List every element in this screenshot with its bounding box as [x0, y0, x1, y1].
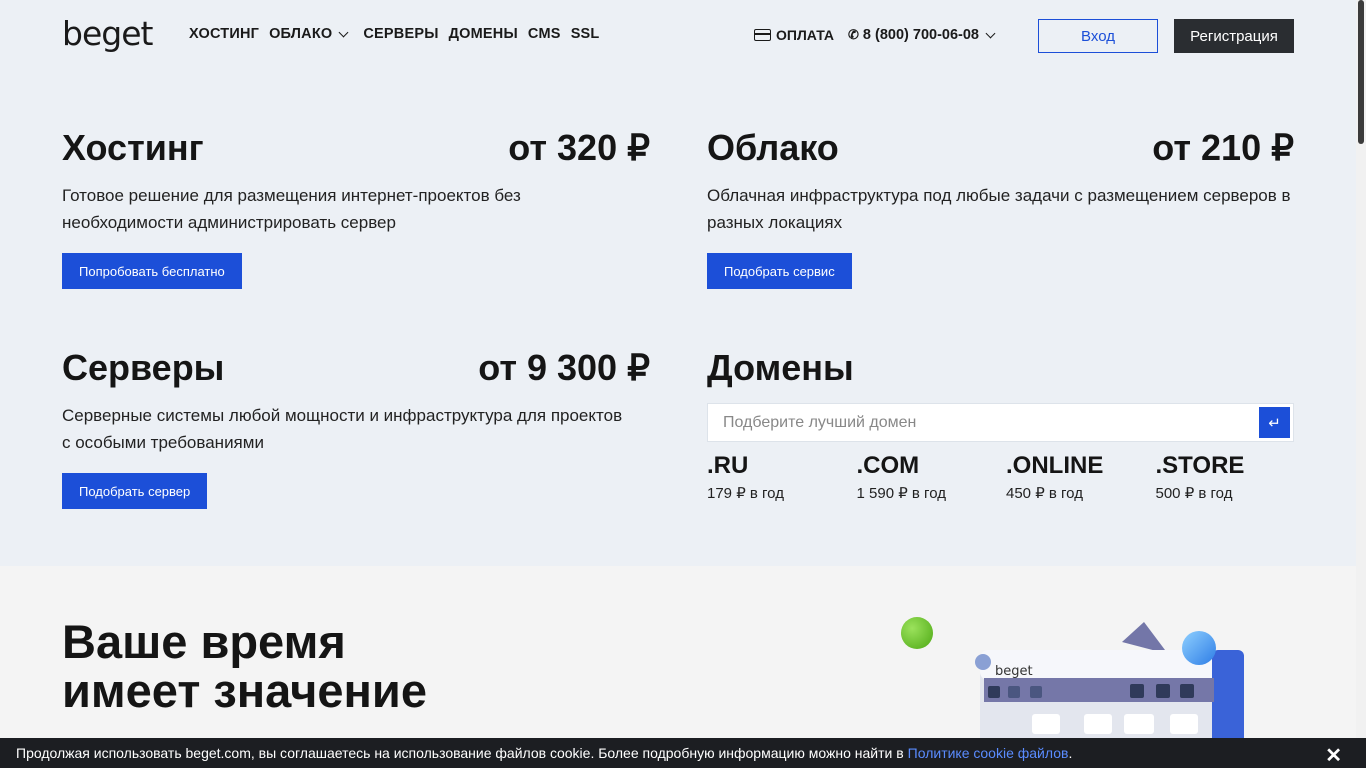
close-icon[interactable]: ✕ — [1325, 743, 1342, 768]
chevron-down-icon — [338, 27, 349, 37]
nav-item-label: CMS — [527, 26, 561, 42]
nav-item-label: ОБЛАКО — [269, 26, 333, 42]
toolbar-icon — [1180, 684, 1194, 698]
green-ball-decoration — [901, 617, 933, 649]
panel-side — [1212, 650, 1244, 750]
nav-item-hosting[interactable]: ХОСТИНГ — [189, 26, 259, 42]
nav-item-cloud[interactable]: ОБЛАКО — [269, 26, 353, 42]
hero-title-line: имеет значение — [62, 664, 427, 717]
zone-price: 450 ₽ в год — [1006, 485, 1083, 502]
zone-price: 179 ₽ в год — [707, 485, 784, 502]
cloud-block: Облако от 210 ₽ Облачная инфраструктура … — [707, 128, 1294, 298]
card-icon — [754, 29, 771, 41]
hosting-block: Хостинг от 320 ₽ Готовое решение для раз… — [62, 128, 650, 298]
nav-item-label: ДОМЕНЫ — [448, 26, 518, 42]
cloud-title: Облако — [707, 127, 839, 168]
toolbar-icon — [1156, 684, 1170, 698]
try-free-button[interactable]: Попробовать бесплатно — [62, 253, 242, 289]
payment-label: ОПЛАТА — [776, 27, 834, 43]
phone-number: 8 (800) 700-06-08 — [862, 27, 979, 43]
register-button[interactable]: Регистрация — [1174, 19, 1294, 53]
nav-item-label: СЕРВЕРЫ — [363, 26, 439, 42]
cookie-text-tail: . — [1068, 745, 1073, 761]
phone-menu[interactable]: ✆ 8 (800) 700-06-08 — [848, 27, 1000, 43]
zone-price: 500 ₽ в год — [1155, 485, 1233, 502]
nav-item-label: SSL — [570, 26, 600, 42]
domain-zones: .RU 179 ₽ в год .COM 1 590 ₽ в год .ONLI… — [707, 452, 1305, 502]
hero-title: Ваше время имеет значение — [62, 617, 427, 715]
toolbar-icon — [988, 686, 1000, 698]
panel-tile — [1170, 714, 1198, 734]
choose-service-button[interactable]: Подобрать сервис — [707, 253, 852, 289]
phone-icon: ✆ — [848, 27, 859, 42]
domain-zone-online[interactable]: .ONLINE 450 ₽ в год — [1006, 452, 1156, 502]
domains-title: Домены — [707, 347, 854, 388]
nav-item-domains[interactable]: ДОМЕНЫ — [449, 26, 518, 42]
toolbar-icon — [1008, 686, 1020, 698]
domain-zone-store[interactable]: .STORE 500 ₽ в год — [1156, 452, 1306, 502]
cookie-bar: Продолжая использовать beget.com, вы сог… — [0, 738, 1366, 768]
hero-title-line: Ваше время — [62, 615, 346, 668]
domains-block: Домены ↵ .RU 179 ₽ в год .COM 1 590 ₽ в … — [707, 348, 1294, 518]
nav-item-servers[interactable]: СЕРВЕРЫ — [363, 26, 438, 42]
zone-price: 1 590 ₽ в год — [856, 485, 946, 502]
servers-block: Серверы от 9 300 ₽ Серверные системы люб… — [62, 348, 650, 518]
enter-icon: ↵ — [1268, 414, 1281, 432]
choose-server-button[interactable]: Подобрать сервер — [62, 473, 208, 509]
scrollbar-thumb[interactable] — [1358, 0, 1364, 144]
hosting-title: Хостинг — [62, 127, 204, 168]
cookie-policy-link[interactable]: Политике cookie файлов — [908, 745, 1069, 761]
toolbar-icon — [1130, 684, 1144, 698]
domain-search-input[interactable] — [708, 404, 1248, 441]
payment-link[interactable]: ОПЛАТА — [754, 27, 834, 43]
beget-logo[interactable]: beget — [62, 14, 153, 53]
domain-zone-ru[interactable]: .RU 179 ₽ в год — [707, 452, 857, 502]
nav-item-cms[interactable]: CMS — [528, 26, 561, 42]
triangle-decoration — [1122, 622, 1168, 654]
zone-name: .RU — [707, 452, 749, 479]
cloud-description: Облачная инфраструктура под любые задачи… — [707, 186, 1291, 232]
panel-tile — [1124, 714, 1154, 734]
zone-name: .STORE — [1155, 452, 1245, 479]
servers-price: от 9 300 ₽ — [478, 347, 650, 388]
panel-dot — [975, 654, 991, 670]
chevron-down-icon — [985, 28, 996, 38]
illustration-logo: beget — [995, 664, 1033, 679]
panel-tile — [1084, 714, 1112, 734]
panel-tile — [1032, 714, 1060, 734]
login-button[interactable]: Вход — [1038, 19, 1158, 53]
hosting-price: от 320 ₽ — [508, 127, 650, 168]
nav-item-label: ХОСТИНГ — [189, 26, 260, 42]
domain-search: ↵ — [707, 403, 1294, 442]
zone-name: .ONLINE — [1006, 452, 1104, 479]
hosting-description: Готовое решение для размещения интернет-… — [62, 186, 521, 232]
domain-zone-com[interactable]: .COM 1 590 ₽ в год — [857, 452, 1007, 502]
search-submit-button[interactable]: ↵ — [1259, 407, 1290, 438]
control-panel-illustration: beget — [975, 622, 1244, 750]
cloud-price: от 210 ₽ — [1152, 127, 1294, 168]
blue-ball-decoration — [1182, 631, 1216, 665]
servers-title: Серверы — [62, 347, 225, 388]
zone-name: .COM — [856, 452, 920, 479]
toolbar-icon — [1030, 686, 1042, 698]
nav-item-ssl[interactable]: SSL — [571, 26, 600, 42]
cookie-text: Продолжая использовать beget.com, вы сог… — [16, 745, 904, 761]
servers-description: Серверные системы любой мощности и инфра… — [62, 406, 623, 452]
main-nav: ХОСТИНГ ОБЛАКО СЕРВЕРЫ ДОМЕНЫ CMS SSL — [189, 26, 600, 42]
